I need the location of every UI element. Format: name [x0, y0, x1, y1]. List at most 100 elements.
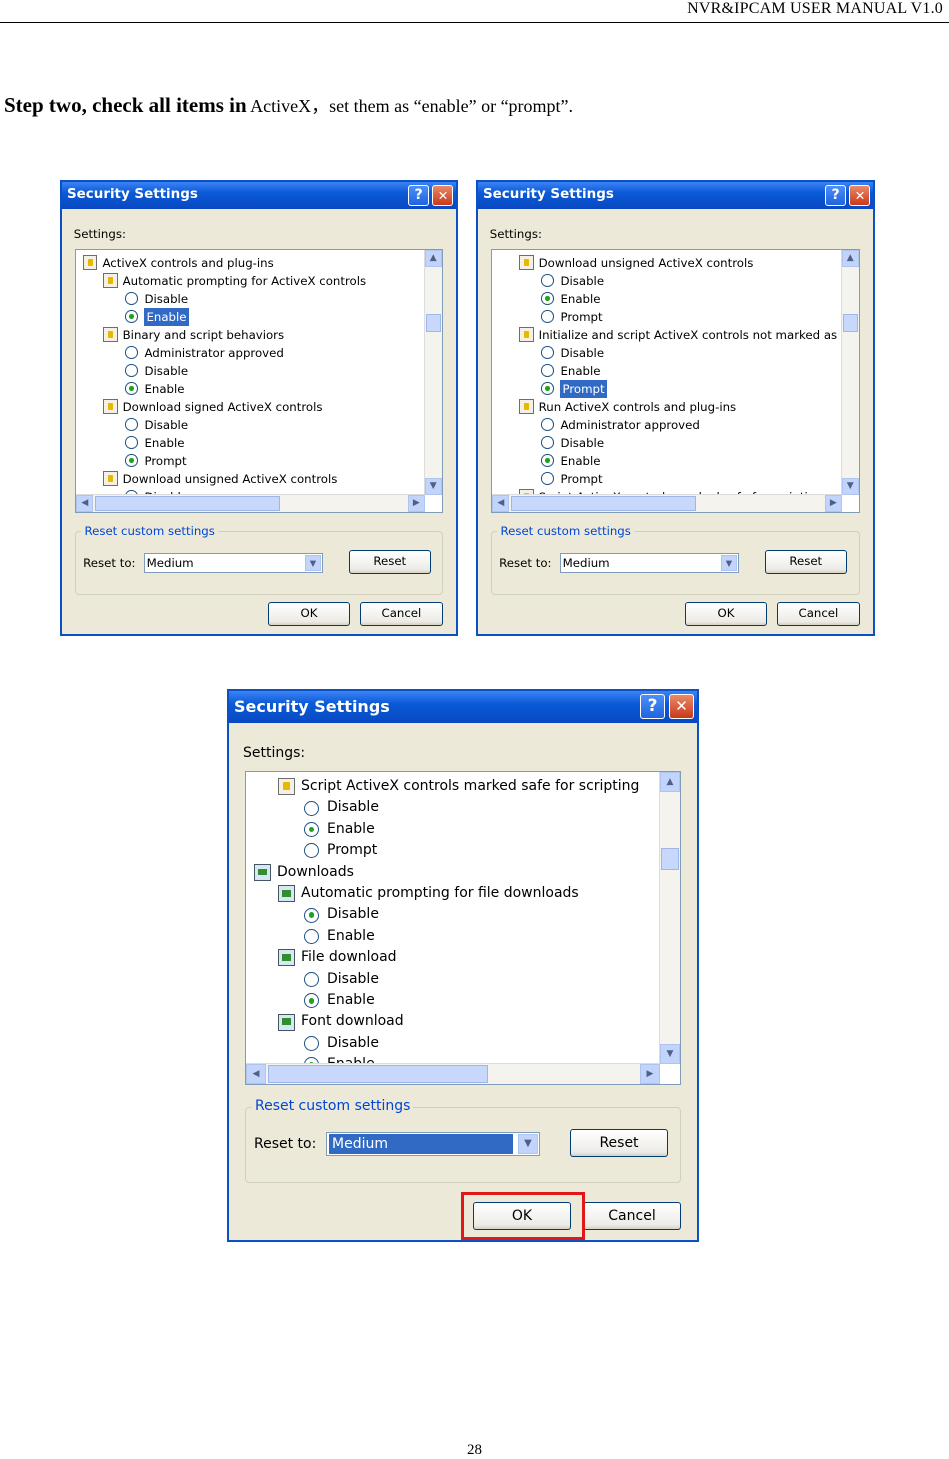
scroll-thumb[interactable]	[425, 314, 441, 333]
reset-level-select[interactable]: Medium ▼	[326, 1132, 540, 1156]
radio-prompt[interactable]	[541, 310, 554, 323]
settings-tree[interactable]: ActiveX controls and plug-ins Automatic p…	[75, 249, 443, 513]
download-icon	[254, 863, 271, 881]
horizontal-scrollbar[interactable]: ◀ ▶	[76, 494, 425, 512]
vertical-scrollbar[interactable]: ▲ ▼	[840, 250, 859, 496]
option-label: Disable	[560, 273, 605, 288]
radio-prompt[interactable]	[125, 454, 138, 467]
scroll-right-icon[interactable]: ▶	[640, 1064, 660, 1084]
setting-name: Download signed ActiveX controls	[122, 399, 323, 414]
radio-disable[interactable]	[125, 292, 138, 305]
radio-enable[interactable]	[304, 929, 319, 944]
vertical-scrollbar[interactable]: ▲ ▼	[423, 250, 442, 496]
setting-name: Run ActiveX controls and plug-ins	[538, 399, 737, 414]
reset-button[interactable]: Reset	[570, 1129, 668, 1157]
option-label: Disable	[327, 906, 379, 923]
scroll-up-icon[interactable]: ▲	[424, 250, 442, 267]
radio-disable[interactable]	[541, 346, 554, 359]
radio-prompt[interactable]	[541, 382, 554, 395]
radio-enable[interactable]	[304, 822, 319, 837]
horizontal-scrollbar[interactable]: ◀ ▶	[246, 1063, 660, 1084]
scroll-left-icon[interactable]: ◀	[246, 1064, 266, 1084]
certificate-icon	[103, 471, 118, 486]
radio-administrator-approved[interactable]	[541, 418, 554, 431]
scroll-up-icon[interactable]: ▲	[841, 250, 859, 267]
certificate-icon	[519, 255, 534, 270]
ok-button[interactable]: OK	[684, 602, 768, 626]
radio-prompt[interactable]	[304, 843, 319, 859]
settings-tree[interactable]: Download unsigned ActiveX controls Disabl…	[491, 249, 860, 513]
ok-button[interactable]: OK	[267, 602, 351, 626]
chevron-down-icon[interactable]: ▼	[518, 1134, 538, 1154]
reset-level-select[interactable]: Medium ▼	[559, 552, 740, 573]
scroll-right-icon[interactable]: ▶	[407, 495, 425, 512]
setting-name: Script ActiveX controls marked safe for …	[301, 778, 640, 794]
reset-to-label: Reset to:	[83, 555, 136, 570]
option-label: Prompt	[560, 471, 603, 486]
chevron-down-icon[interactable]: ▼	[304, 554, 322, 571]
radio-disable[interactable]	[125, 364, 138, 377]
scroll-down-icon[interactable]: ▼	[841, 478, 859, 496]
setting-name: Downloads	[277, 863, 354, 880]
help-button[interactable]: ?	[640, 694, 665, 719]
certificate-icon	[83, 255, 98, 270]
cancel-button[interactable]: Cancel	[583, 1202, 681, 1230]
settings-tree[interactable]: Script ActiveX controls marked safe for …	[245, 771, 681, 1085]
horizontal-scrollbar[interactable]: ◀ ▶	[492, 494, 842, 512]
setting-name: Font download	[301, 1013, 404, 1030]
radio-disable[interactable]	[125, 418, 138, 431]
radio-prompt[interactable]	[541, 472, 554, 485]
radio-enable[interactable]	[125, 382, 138, 395]
radio-enable[interactable]	[541, 454, 554, 467]
radio-enable[interactable]	[125, 436, 138, 449]
option-label: Prompt	[560, 309, 603, 324]
scroll-down-icon[interactable]: ▼	[424, 478, 442, 496]
close-button[interactable]: ✕	[669, 694, 694, 719]
vertical-scrollbar[interactable]: ▲ ▼	[659, 772, 680, 1064]
scroll-thumb[interactable]	[842, 314, 858, 333]
scroll-left-icon[interactable]: ◀	[76, 495, 94, 512]
option-label: Disable	[144, 417, 189, 432]
radio-disable[interactable]	[304, 1036, 319, 1051]
cancel-button[interactable]: Cancel	[360, 602, 443, 626]
close-button[interactable]: ✕	[432, 185, 454, 206]
radio-disable[interactable]	[541, 274, 554, 287]
scroll-thumb-horizontal[interactable]	[95, 496, 281, 511]
close-button[interactable]: ✕	[849, 185, 871, 206]
option-label: Administrator approved	[144, 345, 284, 360]
scroll-up-icon[interactable]: ▲	[660, 772, 680, 792]
title-bar: Security Settings? ✕	[478, 182, 873, 209]
scroll-right-icon[interactable]: ▶	[824, 495, 842, 512]
scroll-thumb-horizontal[interactable]	[511, 496, 697, 511]
scroll-thumb-horizontal[interactable]	[268, 1065, 488, 1083]
header-text: NVR&IPCAM USER MANUAL V1.0	[687, 0, 943, 17]
reset-button[interactable]: Reset	[348, 550, 431, 574]
option-label: Prompt	[327, 842, 378, 859]
radio-enable[interactable]	[541, 364, 554, 377]
radio-enable[interactable]	[541, 292, 554, 305]
reset-button[interactable]: Reset	[764, 550, 847, 574]
radio-disable[interactable]	[304, 971, 319, 987]
radio-enable[interactable]	[304, 993, 319, 1009]
page-number: 28	[467, 1442, 482, 1458]
radio-enable[interactable]	[125, 310, 138, 323]
help-button[interactable]: ?	[408, 185, 430, 206]
scroll-thumb[interactable]	[661, 848, 679, 870]
radio-administrator-approved[interactable]	[125, 346, 138, 359]
scroll-left-icon[interactable]: ◀	[492, 495, 510, 512]
reset-level-select[interactable]: Medium ▼	[143, 552, 324, 573]
chevron-down-icon[interactable]: ▼	[720, 554, 738, 571]
radio-disable[interactable]	[304, 800, 319, 816]
option-label: Enable	[327, 927, 375, 944]
settings-label: Settings:	[243, 745, 306, 761]
option-label: Disable	[560, 435, 605, 450]
help-button[interactable]: ?	[825, 185, 847, 206]
dialog-title: Security Settings	[67, 187, 198, 203]
radio-disable[interactable]	[304, 907, 319, 923]
radio-disable[interactable]	[541, 436, 554, 449]
certificate-icon	[519, 327, 534, 342]
reset-to-label: Reset to:	[254, 1136, 317, 1152]
reset-group-legend: Reset custom settings	[252, 1098, 414, 1114]
cancel-button[interactable]: Cancel	[777, 602, 860, 626]
scroll-down-icon[interactable]: ▼	[660, 1044, 680, 1064]
